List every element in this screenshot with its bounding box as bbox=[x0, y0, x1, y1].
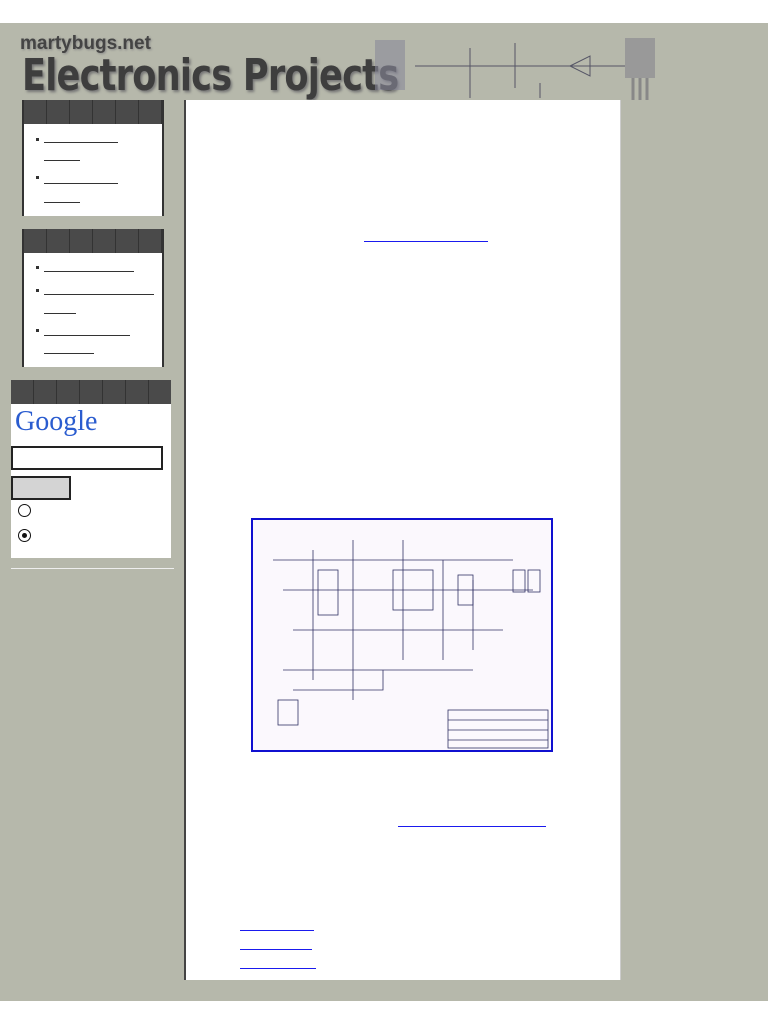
nav-link[interactable] bbox=[44, 335, 130, 336]
site-title: Electronics Projects bbox=[22, 50, 399, 101]
search-box: Google bbox=[11, 380, 171, 558]
nav-link[interactable] bbox=[44, 160, 80, 161]
nav-box-header bbox=[24, 229, 162, 253]
nav-link[interactable] bbox=[44, 353, 94, 354]
circuit-schematic-image[interactable] bbox=[251, 518, 553, 752]
nav-link[interactable] bbox=[44, 313, 76, 314]
google-logo: Google bbox=[15, 406, 98, 437]
radio-option-1[interactable] bbox=[18, 504, 31, 517]
search-input[interactable] bbox=[11, 446, 163, 470]
divider bbox=[11, 568, 174, 569]
nav-link[interactable] bbox=[44, 202, 80, 203]
schematic-drawing bbox=[273, 540, 549, 749]
nav-link[interactable] bbox=[44, 294, 154, 295]
search-button[interactable] bbox=[11, 476, 71, 500]
nav-link[interactable] bbox=[44, 183, 118, 184]
bullet bbox=[36, 329, 39, 332]
content-link[interactable] bbox=[364, 241, 488, 242]
nav-link[interactable] bbox=[44, 271, 134, 272]
nav-link[interactable] bbox=[44, 142, 118, 143]
bullet bbox=[36, 266, 39, 269]
bullet bbox=[36, 176, 39, 179]
content-link[interactable] bbox=[240, 968, 316, 969]
nav-box-header bbox=[24, 100, 162, 124]
nav-box-1 bbox=[22, 100, 164, 216]
content-link[interactable] bbox=[240, 930, 314, 931]
nav-box-2 bbox=[22, 229, 164, 367]
bullet bbox=[36, 138, 39, 141]
content-link[interactable] bbox=[398, 826, 546, 827]
content-link[interactable] bbox=[240, 949, 312, 950]
header-schematic-graphic bbox=[375, 38, 655, 100]
main-content bbox=[184, 100, 621, 980]
bullet bbox=[36, 289, 39, 292]
search-box-header bbox=[11, 380, 171, 404]
radio-option-2[interactable] bbox=[18, 529, 31, 542]
